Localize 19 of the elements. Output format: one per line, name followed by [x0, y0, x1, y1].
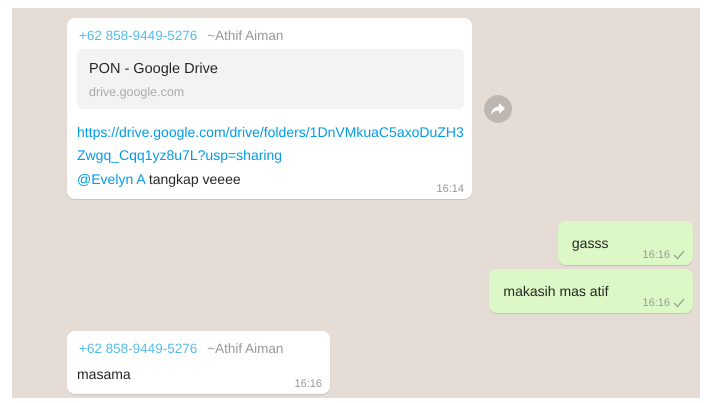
- message-text: gasss: [570, 234, 610, 253]
- sender-phone: +62 858-9449-5276: [79, 28, 198, 43]
- message-text: @Evelyn A tangkap veeee: [77, 170, 241, 189]
- message-time: 16:16: [642, 249, 670, 261]
- message-text: masama: [77, 365, 131, 384]
- mention-link[interactable]: @Evelyn A: [77, 171, 145, 187]
- message-link[interactable]: https://drive.google.com/drive/folders/1DnVMkuaC5axoDuZH3Zwgq_Cqq1yz8u7L?usp=sharing: [77, 121, 464, 167]
- message-time: 16:14: [436, 183, 464, 195]
- link-preview[interactable]: PON - Google Drive drive.google.com: [77, 49, 464, 109]
- sender-name: ~Athif Aiman: [207, 28, 284, 43]
- forward-button[interactable]: [484, 94, 512, 122]
- forward-icon: [490, 102, 506, 116]
- message-text: makasih mas atif: [502, 282, 610, 301]
- message-time: 16:16: [642, 297, 670, 309]
- preview-domain: drive.google.com: [89, 85, 186, 99]
- sender-name: ~Athif Aiman: [207, 341, 284, 356]
- preview-title: PON - Google Drive: [89, 61, 219, 77]
- sender-phone: +62 858-9449-5276: [79, 341, 198, 356]
- message-time: 16:16: [294, 378, 322, 390]
